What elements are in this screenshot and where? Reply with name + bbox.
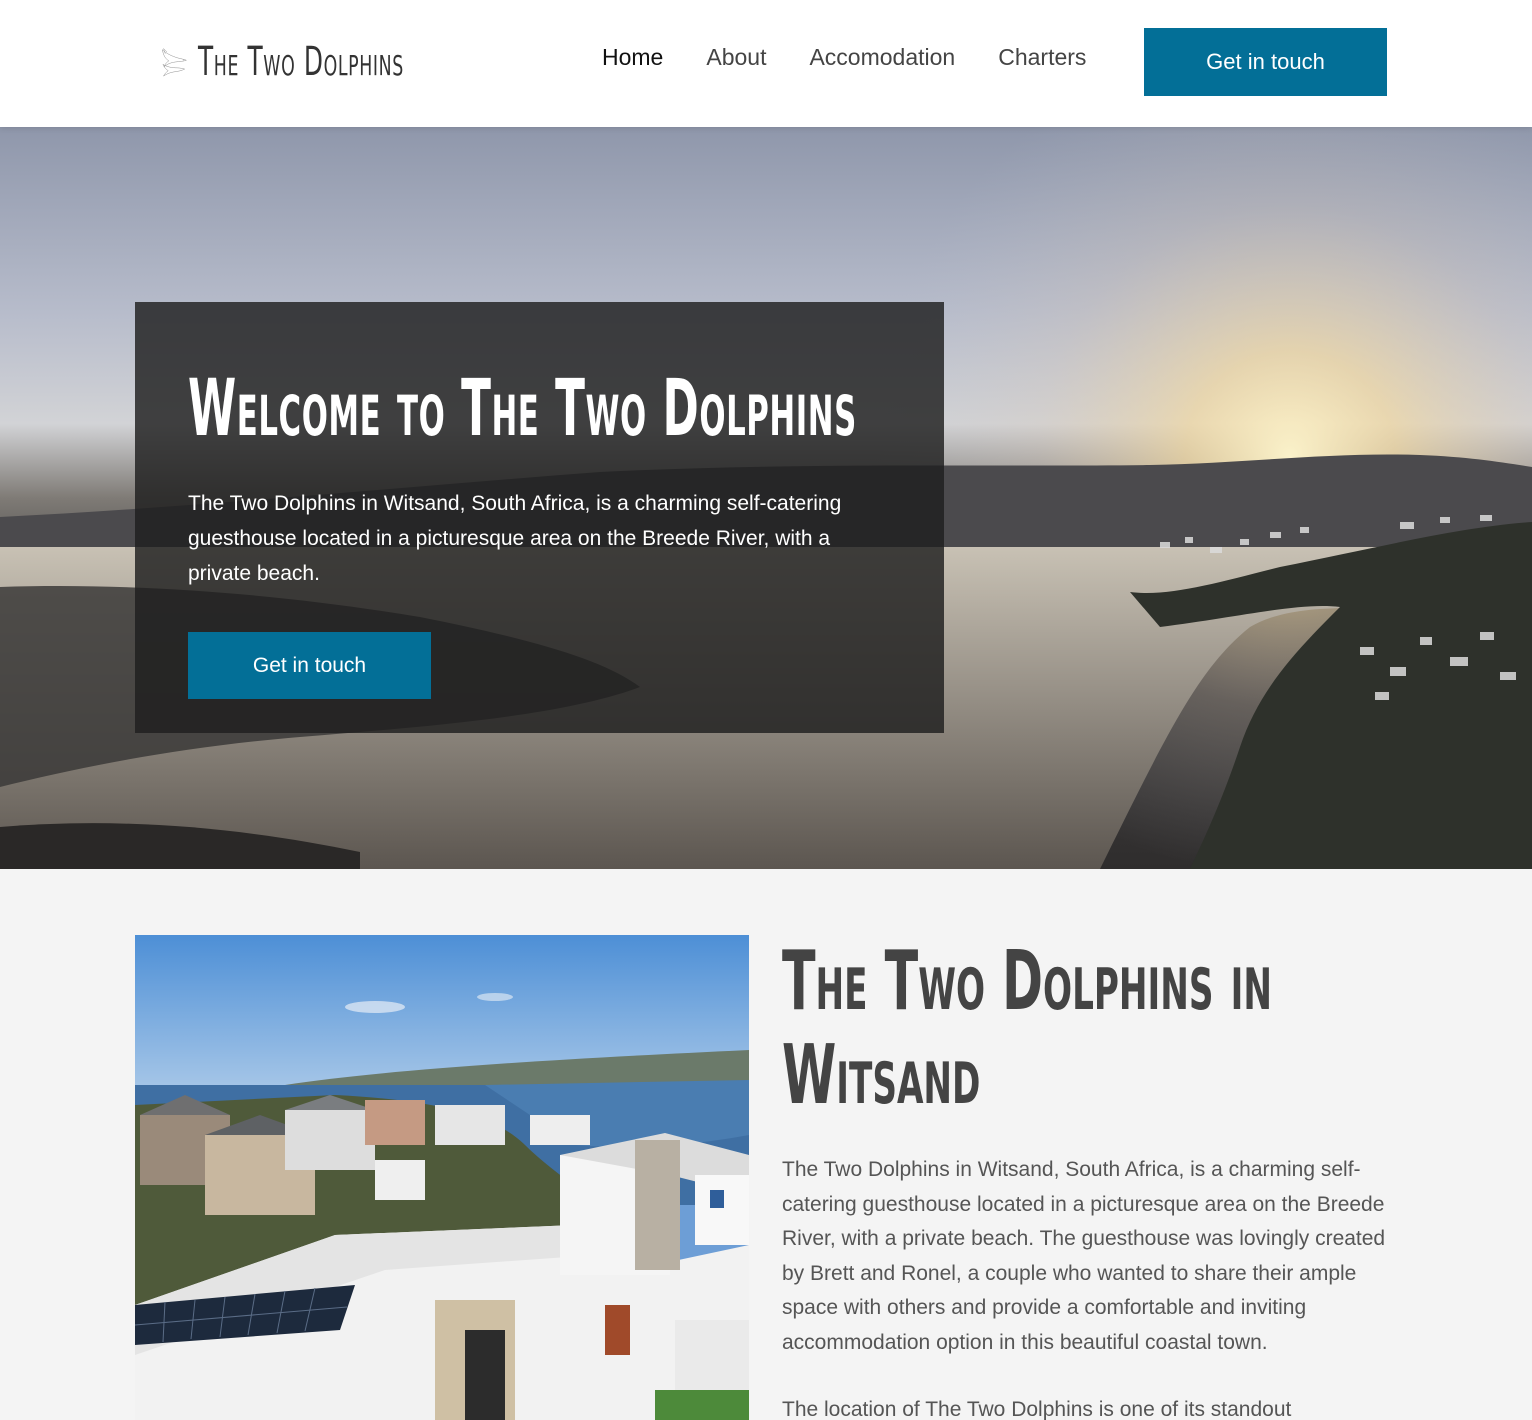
header-get-in-touch-button[interactable]: Get in touch xyxy=(1144,28,1387,96)
nav-accomodation[interactable]: Accomodation xyxy=(809,44,955,71)
nav-home[interactable]: Home xyxy=(602,44,663,71)
about-title-line-1: The Two Dolphins in xyxy=(782,934,1273,1029)
logo-text: The Two Dolphins xyxy=(197,39,404,85)
nav-about[interactable]: About xyxy=(706,44,766,71)
site-logo[interactable]: The Two Dolphins xyxy=(160,12,530,112)
hero-title: Welcome to The Two Dolphins xyxy=(188,364,857,454)
dolphins-logo-icon xyxy=(162,48,187,77)
nav-charters[interactable]: Charters xyxy=(998,44,1086,71)
main-nav: Home About Accomodation Charters xyxy=(602,44,1129,71)
guesthouse-photo xyxy=(135,935,749,1420)
hero-section: Welcome to The Two Dolphins The Two Dolp… xyxy=(0,127,1532,869)
about-paragraph-2: The location of The Two Dolphins is one … xyxy=(782,1398,1292,1420)
about-paragraph-1: The Two Dolphins in Witsand, South Afric… xyxy=(782,1158,1386,1354)
hero-get-in-touch-button[interactable]: Get in touch xyxy=(188,632,431,699)
hero-card: Welcome to The Two Dolphins The Two Dolp… xyxy=(135,302,944,733)
site-header: The Two Dolphins Home About Accomodation… xyxy=(0,0,1532,127)
hero-description: The Two Dolphins in Witsand, South Afric… xyxy=(188,492,842,585)
about-title: The Two Dolphins in Witsand xyxy=(782,935,1422,1123)
about-title-line-2: Witsand xyxy=(782,1028,981,1123)
guesthouse-image xyxy=(135,935,749,1420)
